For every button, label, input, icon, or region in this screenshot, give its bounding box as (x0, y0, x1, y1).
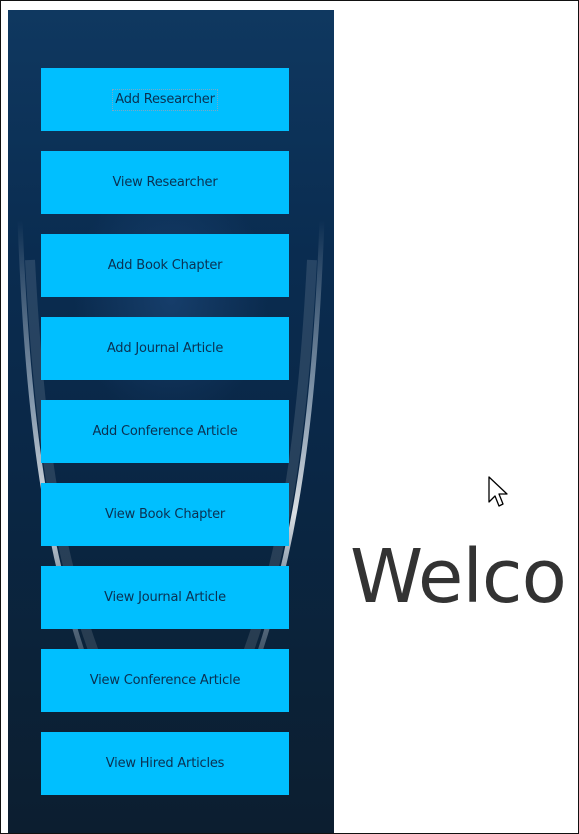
view-conference-article-label: View Conference Article (89, 672, 241, 688)
add-journal-article-button[interactable]: Add Journal Article (41, 317, 289, 380)
view-researcher-button[interactable]: View Researcher (41, 151, 289, 214)
view-book-chapter-label: View Book Chapter (104, 506, 226, 522)
add-conference-article-label: Add Conference Article (92, 423, 238, 439)
view-journal-article-label: View Journal Article (104, 589, 226, 605)
main-content: Welco (334, 10, 578, 833)
view-conference-article-button[interactable]: View Conference Article (41, 649, 289, 712)
view-researcher-label: View Researcher (112, 174, 218, 190)
add-conference-article-button[interactable]: Add Conference Article (41, 400, 289, 463)
add-researcher-label: Add Researcher (112, 88, 218, 111)
add-researcher-button[interactable]: Add Researcher (41, 68, 289, 131)
sidebar: Add Researcher View Researcher Add Book … (8, 10, 334, 833)
add-book-chapter-label: Add Book Chapter (107, 257, 223, 273)
add-book-chapter-button[interactable]: Add Book Chapter (41, 234, 289, 297)
mouse-pointer-icon (488, 476, 508, 507)
welcome-heading: Welco (350, 534, 567, 620)
add-journal-article-label: Add Journal Article (106, 340, 224, 356)
view-book-chapter-button[interactable]: View Book Chapter (41, 483, 289, 546)
view-hired-articles-button[interactable]: View Hired Articles (41, 732, 289, 795)
view-hired-articles-label: View Hired Articles (105, 755, 225, 771)
app-window: Add Researcher View Researcher Add Book … (0, 0, 579, 834)
view-journal-article-button[interactable]: View Journal Article (41, 566, 289, 629)
